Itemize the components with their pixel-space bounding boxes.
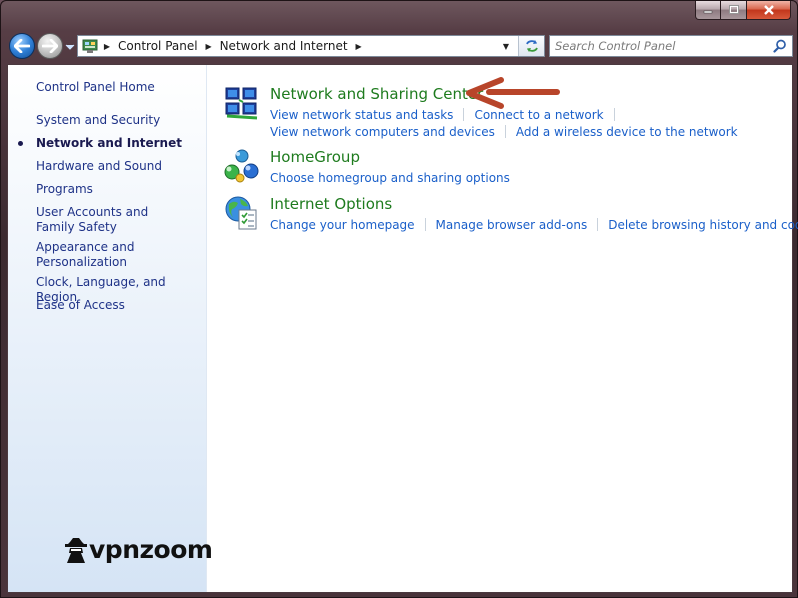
breadcrumb-network-and-internet[interactable]: Network and Internet <box>216 39 352 53</box>
annotation-arrow-icon <box>466 77 560 109</box>
arrow-left-icon <box>14 39 30 53</box>
add-wireless-device-link[interactable]: Add a wireless device to the network <box>516 125 738 139</box>
network-sharing-icon[interactable] <box>224 85 260 121</box>
address-bar[interactable]: ▶ Control Panel ▶ Network and Internet ▶… <box>77 35 545 57</box>
close-icon <box>763 5 774 15</box>
navigation-bar: ▶ Control Panel ▶ Network and Internet ▶… <box>7 30 793 62</box>
internet-options-tasks: Change your homepage Manage browser add-… <box>270 216 798 233</box>
breadcrumb-control-panel[interactable]: Control Panel <box>114 39 202 53</box>
category-homegroup: HomeGroup Choose homegroup and sharing o… <box>224 148 784 188</box>
breadcrumb-separator-icon[interactable]: ▶ <box>352 42 366 51</box>
task-row: View network computers and devices Add a… <box>270 123 738 140</box>
homegroup-tasks: Choose homegroup and sharing options <box>270 169 510 186</box>
main-panel: Network and Sharing Center View network … <box>208 65 798 592</box>
maximize-button[interactable] <box>721 1 747 20</box>
view-network-computers-link[interactable]: View network computers and devices <box>270 125 495 139</box>
manage-browser-addons-link[interactable]: Manage browser add-ons <box>436 218 588 232</box>
control-panel-icon <box>80 36 100 56</box>
sidebar-item-system-security[interactable]: System and Security <box>36 113 201 128</box>
search-box[interactable] <box>549 35 793 57</box>
sidebar-item-programs[interactable]: Programs <box>36 182 201 197</box>
link-divider <box>504 125 506 138</box>
choose-homegroup-options-link[interactable]: Choose homegroup and sharing options <box>270 171 510 185</box>
active-bullet-icon <box>18 141 23 146</box>
maximize-icon <box>728 5 739 14</box>
arrow-right-icon <box>42 39 58 53</box>
view-network-status-link[interactable]: View network status and tasks <box>270 108 453 122</box>
internet-options-link[interactable]: Internet Options <box>270 195 392 213</box>
window-frame: ▶ Control Panel ▶ Network and Internet ▶… <box>0 0 798 598</box>
delete-browsing-history-link[interactable]: Delete browsing history and cookies <box>608 218 798 232</box>
link-divider <box>597 218 599 231</box>
sidebar-item-control-panel-home[interactable]: Control Panel Home <box>36 80 201 95</box>
minimize-button[interactable] <box>695 1 721 20</box>
refresh-icon <box>525 40 538 52</box>
sidebar-item-hardware-sound[interactable]: Hardware and Sound <box>36 159 201 174</box>
refresh-button[interactable] <box>518 36 544 56</box>
minimize-icon <box>703 10 713 14</box>
caption-buttons <box>695 1 791 20</box>
link-divider <box>424 218 426 231</box>
breadcrumb-separator-icon[interactable]: ▶ <box>202 42 216 51</box>
sidebar-item-ease-of-access[interactable]: Ease of Access <box>36 298 201 313</box>
sidebar-item-network-internet[interactable]: Network and Internet <box>36 136 201 151</box>
search-input[interactable] <box>555 37 765 55</box>
homegroup-icon[interactable] <box>224 148 260 184</box>
sidebar-item-appearance[interactable]: Appearance and Personalization <box>36 240 146 270</box>
link-divider <box>613 108 615 121</box>
category-internet-options: Internet Options Change your homepage Ma… <box>224 195 798 235</box>
address-dropdown-icon[interactable]: ▼ <box>498 36 514 56</box>
change-homepage-link[interactable]: Change your homepage <box>270 218 415 232</box>
control-panel-content: Control Panel Home System and Security N… <box>7 64 798 593</box>
breadcrumb-separator-icon[interactable]: ▶ <box>100 42 114 51</box>
task-row: Change your homepage Manage browser add-… <box>270 216 798 233</box>
recent-pages-dropdown[interactable] <box>65 42 75 52</box>
spy-figure-icon <box>65 537 87 563</box>
network-sharing-center-link[interactable]: Network and Sharing Center <box>270 85 483 103</box>
sidebar-item-user-accounts[interactable]: User Accounts and Family Safety <box>36 205 186 235</box>
forward-button[interactable] <box>37 33 63 59</box>
back-button[interactable] <box>9 33 35 59</box>
homegroup-link[interactable]: HomeGroup <box>270 148 360 166</box>
sidebar: Control Panel Home System and Security N… <box>8 65 213 592</box>
close-button[interactable] <box>747 1 791 20</box>
watermark-text: vpnzoom <box>89 535 213 564</box>
vpnzoom-logo: vpnzoom <box>63 535 213 564</box>
search-icon[interactable] <box>773 39 787 53</box>
internet-options-icon[interactable] <box>224 195 260 231</box>
network-sharing-tasks: View network status and tasks Connect to… <box>270 106 738 140</box>
task-row: Choose homegroup and sharing options <box>270 169 510 186</box>
